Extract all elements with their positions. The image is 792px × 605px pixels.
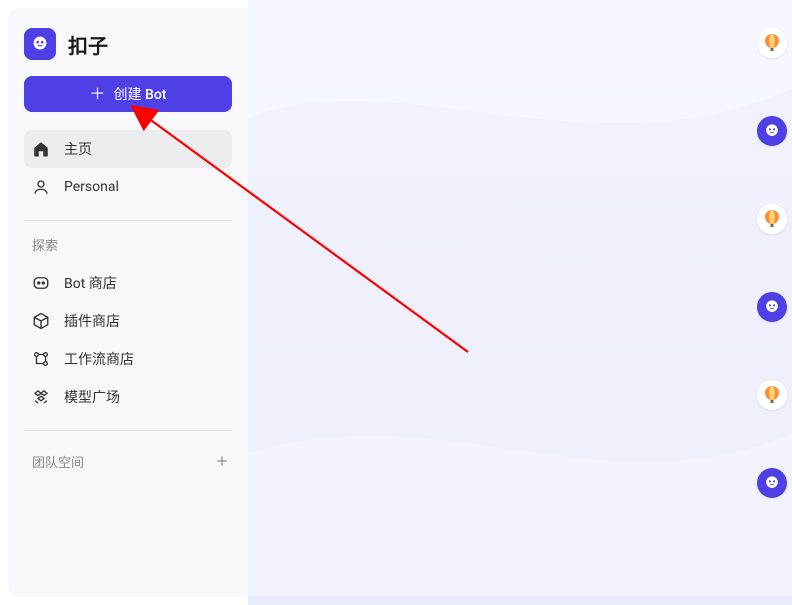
user-icon <box>32 178 50 196</box>
divider <box>24 430 232 431</box>
sidebar-item-bot-store[interactable]: Bot 商店 <box>24 264 232 302</box>
sidebar-item-plugin-store[interactable]: 插件商店 <box>24 302 232 340</box>
sidebar-item-label: 主页 <box>64 139 92 159</box>
home-icon <box>32 140 50 158</box>
avatar-bot[interactable] <box>757 292 787 322</box>
models-icon <box>32 388 50 406</box>
right-avatar-rail <box>752 0 792 605</box>
sidebar: 扣子 ＋ 创建 Bot 主页 Personal 探索 <box>8 8 248 597</box>
avatar-balloon[interactable] <box>757 28 787 58</box>
explore-section-label: 探索 <box>8 235 248 264</box>
main-content <box>248 0 792 605</box>
flow-icon <box>32 350 50 368</box>
add-team-button[interactable] <box>212 451 232 471</box>
sidebar-item-label: 工作流商店 <box>64 349 134 369</box>
sidebar-item-label: 模型广场 <box>64 387 120 407</box>
sidebar-item-label: 插件商店 <box>64 311 120 331</box>
brand-logo-icon <box>24 28 56 60</box>
team-section-header: 团队空间 <box>8 445 248 477</box>
divider <box>24 220 232 221</box>
sidebar-item-model-square[interactable]: 模型广场 <box>24 378 232 416</box>
sidebar-item-workflow-store[interactable]: 工作流商店 <box>24 340 232 378</box>
sidebar-item-label: Bot 商店 <box>64 273 117 293</box>
avatar-balloon[interactable] <box>757 380 787 410</box>
avatar-bot[interactable] <box>757 468 787 498</box>
background-waves <box>248 0 792 596</box>
nav-primary: 主页 Personal <box>8 130 248 206</box>
brand-name: 扣子 <box>68 30 108 59</box>
bot-face-icon <box>32 274 50 292</box>
plus-icon: ＋ <box>90 86 106 102</box>
nav-explore: Bot 商店 插件商店 工作流商店 模型广场 <box>8 264 248 416</box>
sidebar-item-label: Personal <box>64 179 119 195</box>
team-section-label: 团队空间 <box>32 452 84 471</box>
sidebar-item-personal[interactable]: Personal <box>24 168 232 206</box>
brand: 扣子 <box>8 20 248 76</box>
avatar-bot[interactable] <box>757 116 787 146</box>
sidebar-item-home[interactable]: 主页 <box>24 130 232 168</box>
create-bot-label: 创建 Bot <box>114 84 167 104</box>
avatar-balloon[interactable] <box>757 204 787 234</box>
create-bot-button[interactable]: ＋ 创建 Bot <box>24 76 232 112</box>
cube-icon <box>32 312 50 330</box>
